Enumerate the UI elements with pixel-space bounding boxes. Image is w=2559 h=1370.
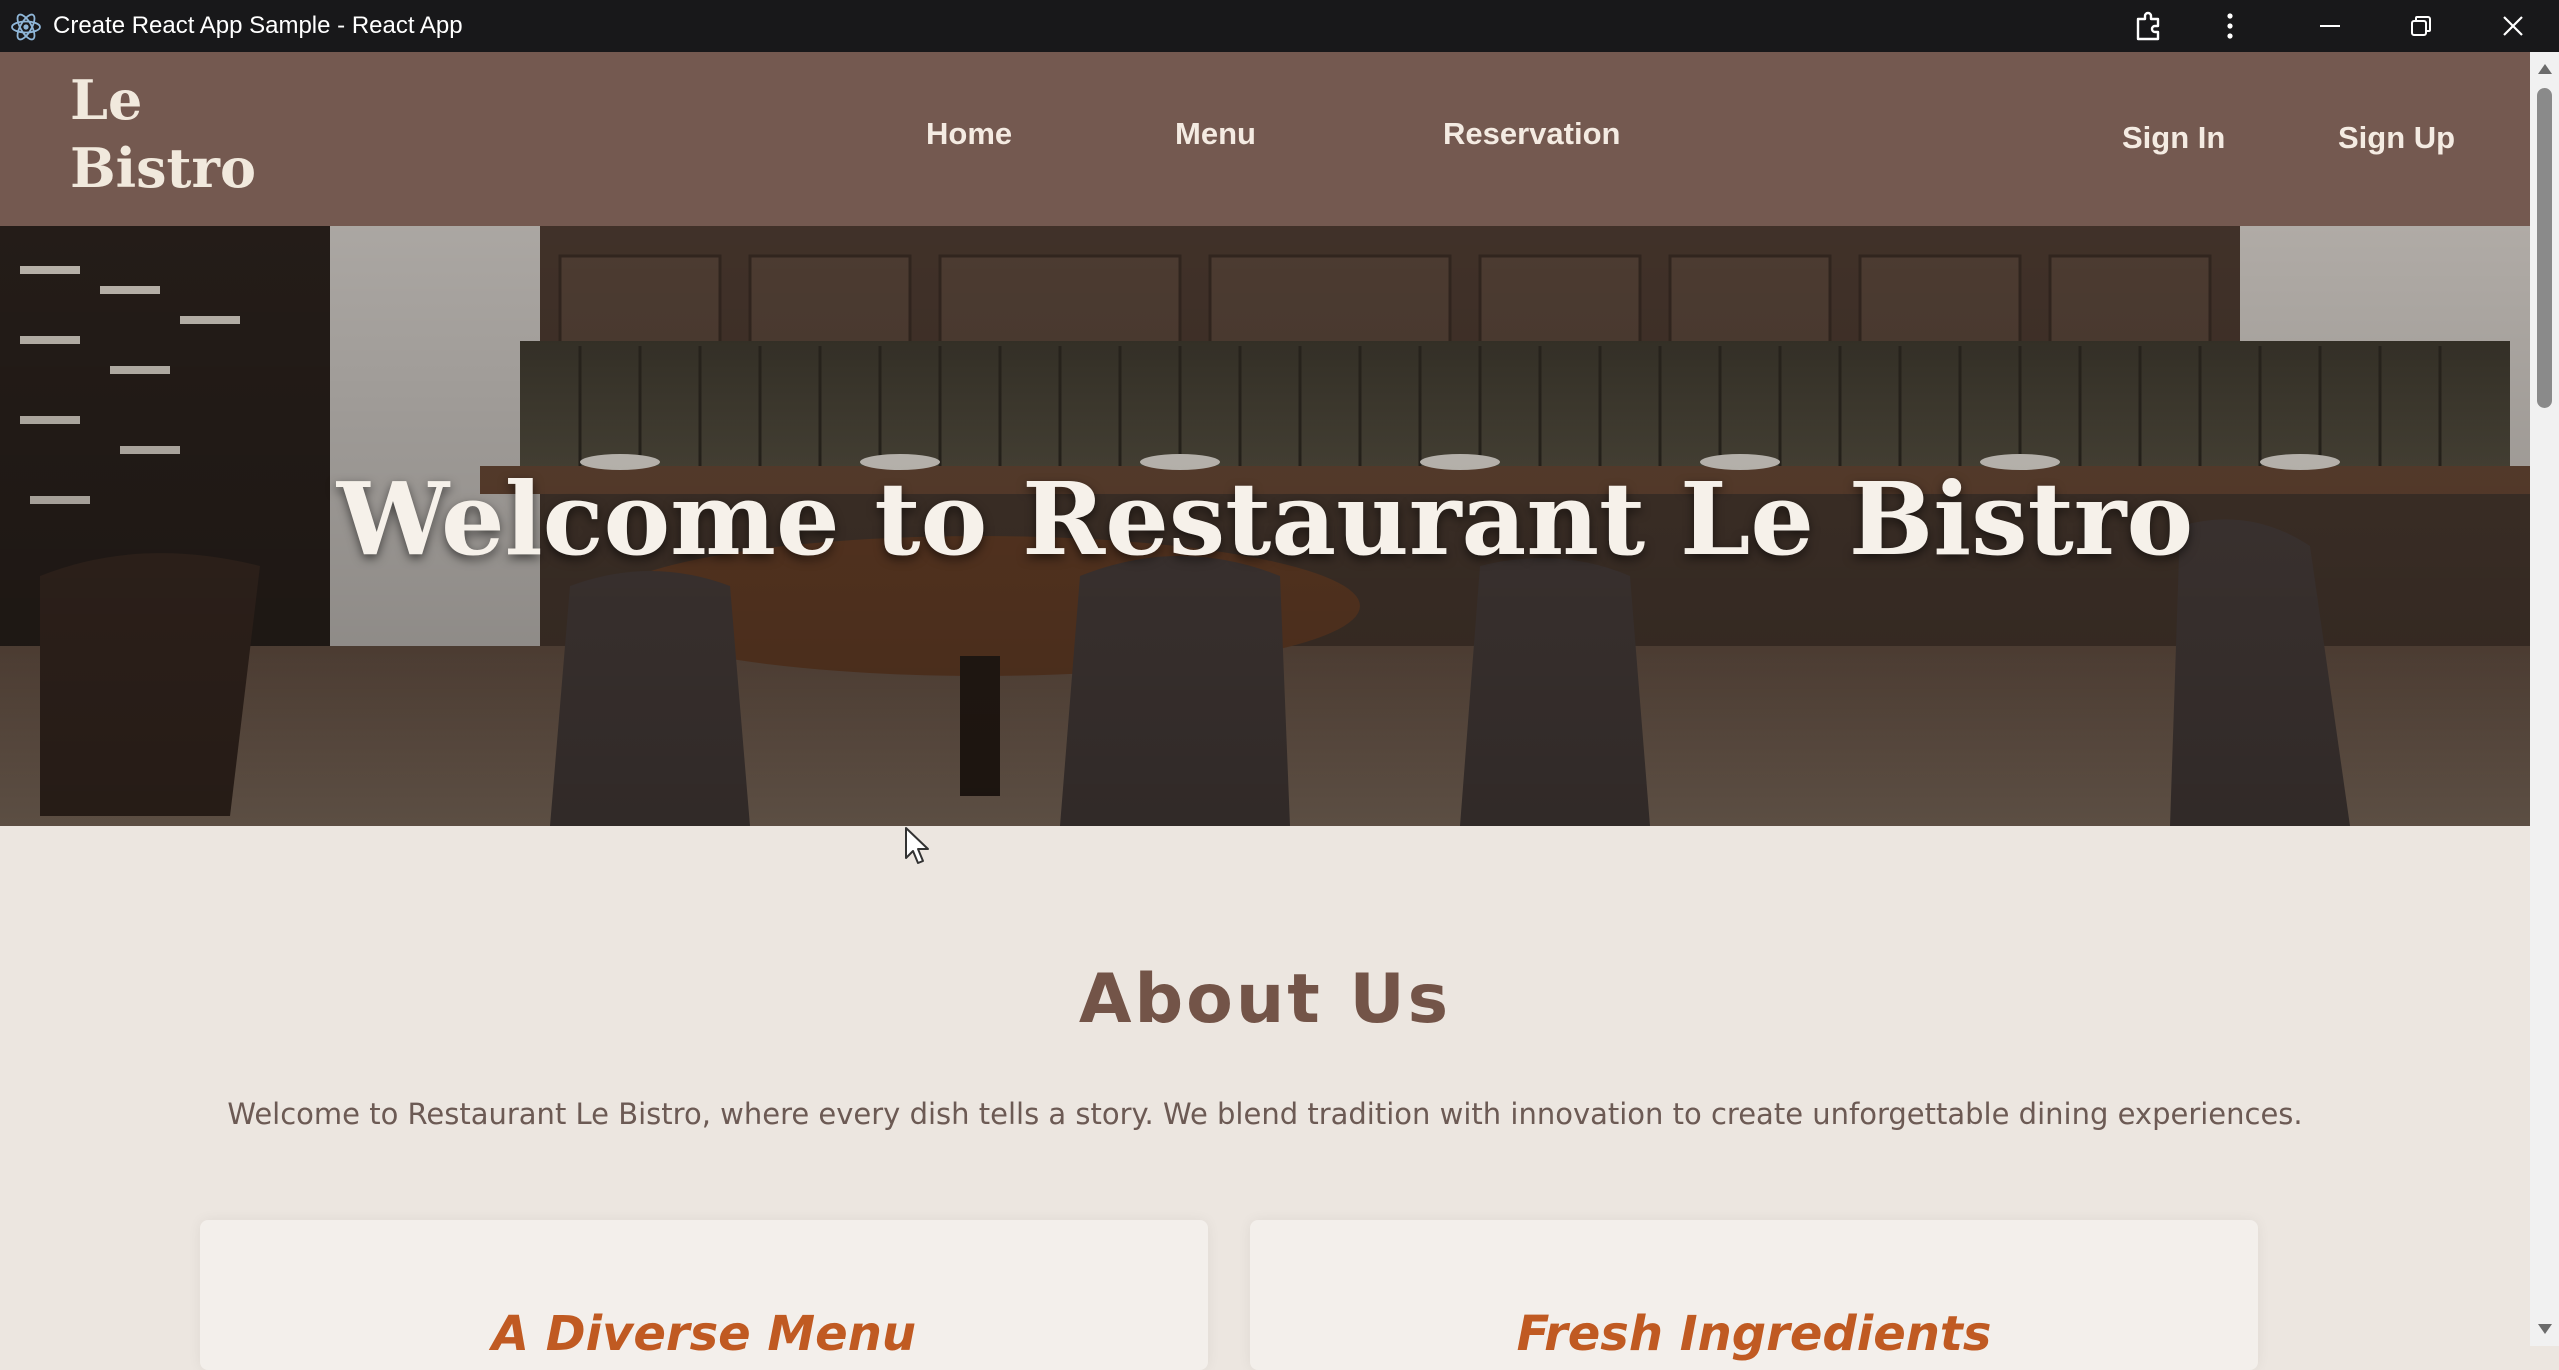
logo-line-1: Le [70, 68, 143, 132]
sign-up-link[interactable]: Sign Up [2338, 120, 2455, 156]
feature-card-diverse-menu: A Diverse Menu [200, 1220, 1208, 1370]
logo-line-2: Bistro [70, 136, 256, 200]
feature-card-fresh-ingredients: Fresh Ingredients [1250, 1220, 2258, 1370]
react-icon [11, 13, 41, 41]
feature-card-title: A Diverse Menu [491, 1306, 917, 1362]
scroll-up-arrow-icon[interactable] [2538, 64, 2552, 74]
about-title: About Us [1078, 960, 1452, 1039]
hero-banner: Welcome to Restaurant Le Bistro [0, 226, 2530, 826]
about-description: Welcome to Restaurant Le Bistro, where e… [227, 1097, 2303, 1131]
window-title: Create React App Sample - React App [53, 12, 463, 39]
minimize-icon[interactable] [2310, 8, 2350, 44]
extensions-icon[interactable] [2130, 8, 2170, 44]
scroll-down-arrow-icon[interactable] [2538, 1324, 2552, 1334]
nav-link-menu[interactable]: Menu [1175, 116, 1256, 152]
hero-title: Welcome to Restaurant Le Bistro [336, 460, 2194, 578]
site-logo[interactable]: Le Bistro [70, 66, 290, 202]
page-scrollbar[interactable] [2530, 52, 2559, 1346]
nav-link-home[interactable]: Home [926, 116, 1012, 152]
close-icon[interactable] [2493, 8, 2533, 44]
more-options-icon[interactable] [2210, 8, 2250, 44]
sign-in-link[interactable]: Sign In [2122, 120, 2225, 156]
mouse-cursor-icon [905, 827, 929, 864]
navbar: Le Bistro Home Menu Reservation Sign In … [0, 52, 2530, 226]
window-titlebar: Create React App Sample - React App [0, 0, 2559, 52]
restore-icon[interactable] [2401, 8, 2441, 44]
scroll-thumb[interactable] [2537, 88, 2552, 408]
feature-card-title: Fresh Ingredients [1516, 1306, 1992, 1362]
nav-link-reservation[interactable]: Reservation [1443, 116, 1620, 152]
